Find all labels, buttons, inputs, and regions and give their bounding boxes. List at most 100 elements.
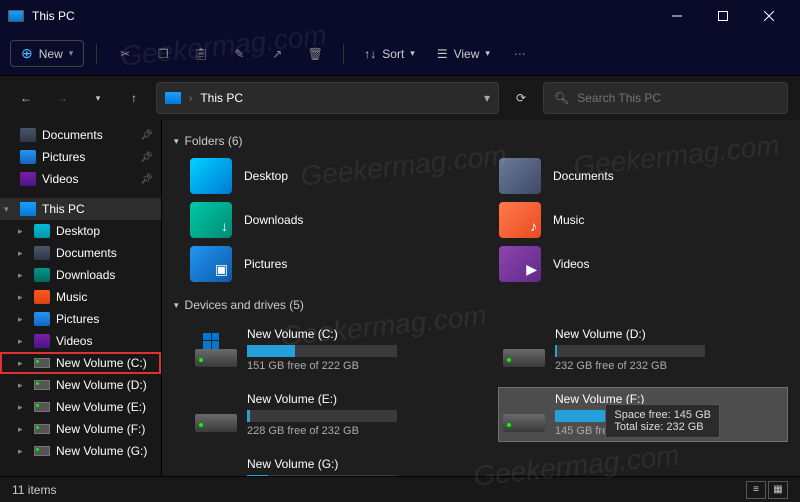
- share-icon[interactable]: ↗: [267, 44, 287, 64]
- more-icon[interactable]: ⋯: [510, 44, 530, 64]
- sidebar-item[interactable]: ▸ Pictures: [0, 308, 161, 330]
- drive-item[interactable]: New Volume (E:) 228 GB free of 232 GB: [190, 387, 480, 442]
- thumbnails-view-button[interactable]: ▦: [768, 481, 788, 499]
- expand-icon[interactable]: ▸: [18, 270, 23, 281]
- drive-item[interactable]: New Volume (D:) 232 GB free of 232 GB: [498, 322, 788, 377]
- sidebar-item[interactable]: Documents 📌︎: [0, 124, 161, 146]
- forward-button[interactable]: →: [48, 84, 76, 112]
- chevron-down-icon: ▾: [174, 136, 179, 147]
- expand-icon[interactable]: ▸: [18, 424, 23, 435]
- cut-icon[interactable]: ✂: [115, 44, 135, 64]
- folder-icon: [34, 246, 50, 260]
- title-bar: This PC: [0, 0, 800, 32]
- folder-icon: ↓: [190, 202, 232, 238]
- folder-item[interactable]: ↓ Downloads: [190, 202, 479, 238]
- folder-icon: ▶: [499, 246, 541, 282]
- drive-icon: [34, 446, 50, 456]
- minimize-button[interactable]: [654, 0, 700, 32]
- expand-icon[interactable]: ▸: [18, 336, 23, 347]
- paste-icon[interactable]: 📋︎: [191, 44, 211, 64]
- folder-label: Music: [553, 213, 584, 227]
- item-count: 11 items: [12, 483, 56, 497]
- pin-icon: 📌︎: [140, 174, 153, 185]
- expand-icon[interactable]: ▸: [18, 446, 23, 457]
- sidebar-item[interactable]: Pictures 📌︎: [0, 146, 161, 168]
- sidebar-item[interactable]: ▸ Desktop: [0, 220, 161, 242]
- drive-item[interactable]: New Volume (G:) 199 GB free of 232 GB: [190, 452, 480, 476]
- sidebar-item[interactable]: ▸ New Volume (E:): [0, 396, 161, 418]
- folder-icon: [34, 224, 50, 238]
- folder-icon: ▣: [190, 246, 232, 282]
- app-icon: [8, 10, 24, 22]
- expand-icon[interactable]: ▸: [18, 226, 23, 237]
- close-button[interactable]: [746, 0, 792, 32]
- copy-icon[interactable]: ❐: [153, 44, 173, 64]
- expand-icon[interactable]: ▸: [18, 292, 23, 303]
- chevron-down-icon: ▾: [174, 300, 179, 311]
- sidebar-item[interactable]: ▸ New Volume (D:): [0, 374, 161, 396]
- drive-free-text: 232 GB free of 232 GB: [555, 360, 783, 372]
- drive-name: New Volume (G:): [247, 457, 475, 471]
- folder-item[interactable]: Documents: [499, 158, 788, 194]
- sidebar-item-label: Pictures: [42, 150, 85, 164]
- sidebar-item[interactable]: ▸ New Volume (C:): [0, 352, 161, 374]
- window-title: This PC: [32, 9, 654, 23]
- folder-label: Pictures: [244, 257, 287, 271]
- sort-icon: ↑↓: [364, 47, 376, 61]
- sidebar-item[interactable]: ▸ New Volume (F:): [0, 418, 161, 440]
- new-button[interactable]: ⊕ New ▾: [10, 40, 84, 67]
- folder-icon: ♪: [499, 202, 541, 238]
- sidebar-item-this-pc[interactable]: ▾ This PC: [0, 198, 161, 220]
- tooltip-space-free: Space free: 145 GB: [614, 409, 711, 421]
- folder-item[interactable]: ▶ Videos: [499, 246, 788, 282]
- drive-icon: [34, 424, 50, 434]
- sidebar-item[interactable]: ▸ Videos: [0, 330, 161, 352]
- expand-icon[interactable]: ▸: [18, 314, 23, 325]
- sidebar-item[interactable]: Videos 📌︎: [0, 168, 161, 190]
- refresh-button[interactable]: ⟳: [507, 91, 535, 105]
- sort-dropdown[interactable]: ↑↓ Sort ▾: [356, 43, 423, 65]
- nav-bar: ← → ▾ ↑ › This PC ▾ ⟳ 🔍︎: [0, 76, 800, 120]
- folders-header-label: Folders (6): [185, 134, 243, 148]
- expand-icon[interactable]: ▸: [18, 402, 23, 413]
- search-input[interactable]: [577, 91, 777, 105]
- drive-item[interactable]: New Volume (C:) 151 GB free of 222 GB: [190, 322, 480, 377]
- folder-item[interactable]: ♪ Music: [499, 202, 788, 238]
- drive-free-text: 151 GB free of 222 GB: [247, 360, 475, 372]
- folder-icon: [190, 158, 232, 194]
- back-button[interactable]: ←: [12, 84, 40, 112]
- folder-icon: [34, 268, 50, 282]
- view-icon: ☰: [437, 47, 448, 61]
- sidebar-item-label: Videos: [56, 334, 92, 348]
- folder-icon: [20, 128, 36, 142]
- folder-item[interactable]: ▣ Pictures: [190, 246, 479, 282]
- sidebar-item[interactable]: ▸ Music: [0, 286, 161, 308]
- drive-free-text: 228 GB free of 232 GB: [247, 425, 475, 437]
- expand-icon[interactable]: ▸: [18, 380, 23, 391]
- rename-icon[interactable]: ✎: [229, 44, 249, 64]
- sidebar-item-label: New Volume (E:): [56, 400, 146, 414]
- sidebar-item[interactable]: ▸ Documents: [0, 242, 161, 264]
- delete-icon[interactable]: 🗑︎: [305, 44, 325, 64]
- expand-icon[interactable]: ▸: [18, 358, 23, 369]
- expand-icon[interactable]: ▾: [4, 204, 9, 215]
- details-view-button[interactable]: ≡: [746, 481, 766, 499]
- address-bar[interactable]: › This PC ▾: [156, 82, 499, 114]
- folders-header[interactable]: ▾ Folders (6): [174, 134, 788, 148]
- up-button[interactable]: ↑: [120, 84, 148, 112]
- folder-item[interactable]: Desktop: [190, 158, 479, 194]
- sidebar-item-label: Documents: [42, 128, 103, 142]
- view-dropdown[interactable]: ☰ View ▾: [429, 43, 498, 65]
- expand-icon[interactable]: ▸: [18, 248, 23, 259]
- search-box[interactable]: 🔍︎: [543, 82, 788, 114]
- folder-icon: [34, 312, 50, 326]
- folder-icon: [20, 172, 36, 186]
- plus-icon: ⊕: [21, 45, 33, 62]
- sidebar-item[interactable]: ▸ Downloads: [0, 264, 161, 286]
- drives-header[interactable]: ▾ Devices and drives (5): [174, 298, 788, 312]
- breadcrumb[interactable]: This PC: [200, 91, 476, 105]
- chevron-down-icon[interactable]: ▾: [484, 91, 490, 105]
- sidebar-item[interactable]: ▸ New Volume (G:): [0, 440, 161, 462]
- maximize-button[interactable]: [700, 0, 746, 32]
- recent-dropdown[interactable]: ▾: [84, 84, 112, 112]
